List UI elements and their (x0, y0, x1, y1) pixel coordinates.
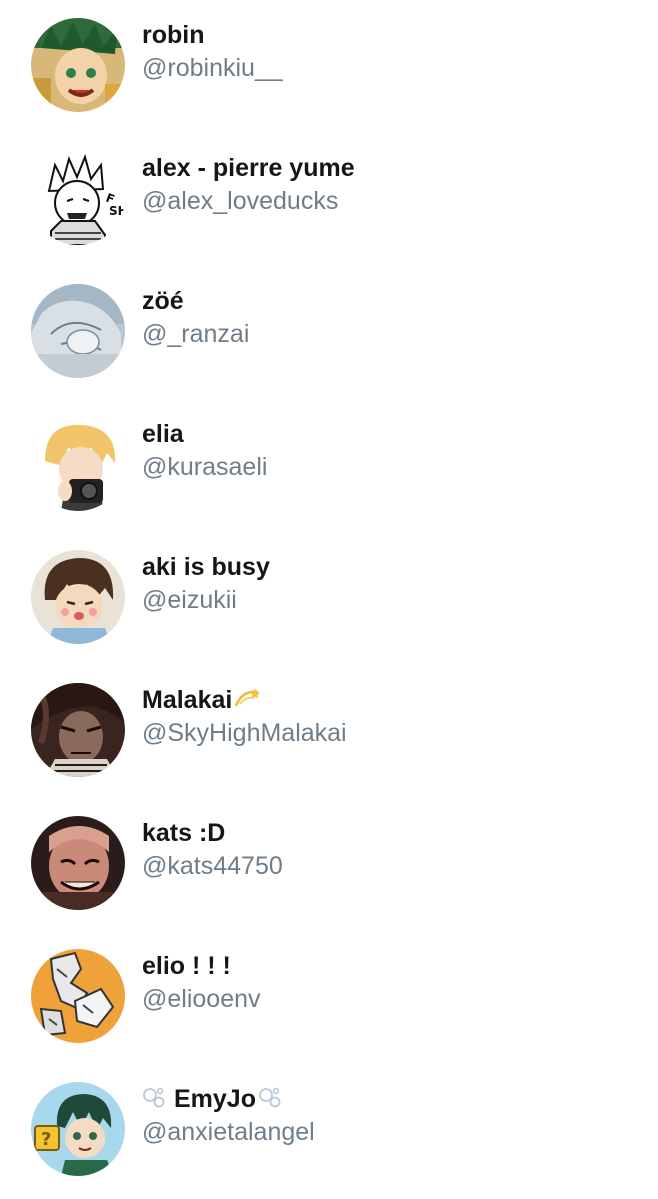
display-name[interactable]: EmyJo (142, 1084, 648, 1114)
display-name[interactable]: kats :D (142, 818, 648, 848)
avatar[interactable]: ? (31, 1082, 125, 1176)
display-name[interactable]: alex - pierre yume (142, 153, 648, 183)
display-name[interactable]: Malakai (142, 685, 648, 715)
display-name-text: EmyJo (174, 1085, 256, 1113)
avatar[interactable] (31, 816, 125, 910)
avatar[interactable] (31, 550, 125, 644)
avatar[interactable] (31, 417, 125, 511)
avatar[interactable] (31, 683, 125, 777)
username-handle: @eizukii (142, 586, 237, 614)
username-handle: @anxietalangel (142, 1118, 315, 1146)
bubbles-icon (142, 1085, 166, 1109)
username-handle: @alex_loveducks (142, 187, 339, 215)
svg-text:SH: SH (109, 204, 125, 218)
account-row[interactable]: zöé @_ranzai (0, 266, 658, 399)
display-name[interactable]: aki is busy (142, 552, 648, 582)
account-row[interactable]: Malakai @SkyHighMalakai (0, 665, 658, 798)
account-row[interactable]: aki is busy @eizukii (0, 532, 658, 665)
bubbles-icon (258, 1085, 282, 1109)
username-handle: @_ranzai (142, 320, 250, 348)
username-handle: @kurasaeli (142, 453, 268, 481)
avatar[interactable] (31, 949, 125, 1043)
display-name[interactable]: elia (142, 419, 648, 449)
avatar[interactable] (31, 284, 125, 378)
avatar[interactable]: F SH (31, 151, 125, 245)
avatar[interactable] (31, 18, 125, 112)
display-name[interactable]: zöé (142, 286, 648, 316)
username-handle: @SkyHighMalakai (142, 719, 347, 747)
svg-text:?: ? (41, 1129, 51, 1150)
username-handle: @robinkiu__ (142, 54, 283, 82)
display-name-text: Malakai (142, 686, 233, 714)
account-row[interactable]: F SH alex - pierre yume @alex_loveducks (0, 133, 658, 266)
account-row[interactable]: elio ! ! ! @eliooenv (0, 931, 658, 1064)
account-row[interactable]: ? EmyJo @anxietalangel (0, 1064, 658, 1197)
account-row[interactable]: kats :D @kats44750 (0, 798, 658, 931)
username-handle: @kats44750 (142, 852, 283, 880)
username-handle: @eliooenv (142, 985, 261, 1013)
account-row[interactable]: robin @robinkiu__ (0, 0, 658, 133)
dizzy-icon (234, 686, 261, 710)
display-name[interactable]: robin (142, 20, 648, 50)
account-row[interactable]: elia @kurasaeli (0, 399, 658, 532)
display-name[interactable]: elio ! ! ! (142, 951, 648, 981)
